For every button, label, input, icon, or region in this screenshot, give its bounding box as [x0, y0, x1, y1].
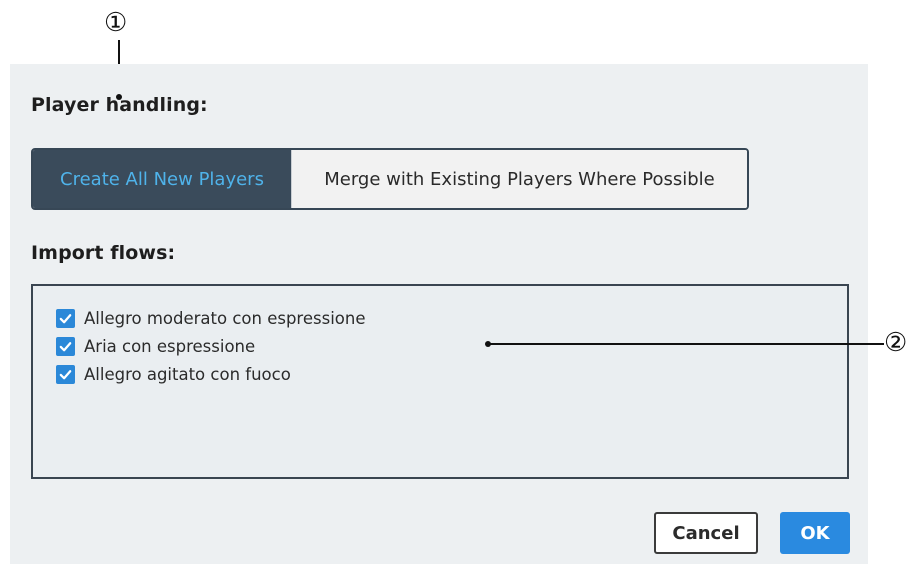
flow-label: Allegro agitato con fuoco [84, 364, 291, 384]
flow-item[interactable]: Aria con espressione [56, 334, 255, 358]
screenshot-canvas: ① Player handling: Create All New Player… [0, 0, 911, 564]
flow-checkbox[interactable] [56, 308, 75, 328]
flow-item[interactable]: Allegro agitato con fuoco [56, 362, 291, 386]
import-flows-list: Allegro moderato con espressione Aria co… [31, 284, 849, 479]
player-handling-segmented-control: Create All New Players Merge with Existi… [31, 148, 749, 210]
check-icon [59, 313, 72, 323]
flow-label: Aria con espressione [84, 336, 256, 356]
flow-item[interactable]: Allegro moderato con espressione [56, 306, 365, 330]
callout-number-two: ② [884, 328, 908, 358]
flow-checkbox[interactable] [56, 364, 75, 384]
check-icon [59, 341, 72, 351]
merge-existing-players-option[interactable]: Merge with Existing Players Where Possib… [291, 150, 747, 208]
import-dialog: Player handling: Create All New Players … [10, 64, 868, 564]
callout-line-two [488, 343, 884, 345]
flow-checkbox[interactable] [56, 336, 75, 356]
cancel-button[interactable]: Cancel [654, 512, 758, 554]
callout-dot-one [116, 94, 122, 100]
check-icon [59, 369, 72, 379]
import-flows-label: Import flows: [31, 242, 176, 264]
ok-button[interactable]: OK [780, 512, 850, 554]
callout-number-one: ① [104, 8, 128, 38]
create-all-new-players-option[interactable]: Create All New Players [33, 150, 291, 208]
flow-label: Allegro moderato con espressione [84, 308, 366, 328]
